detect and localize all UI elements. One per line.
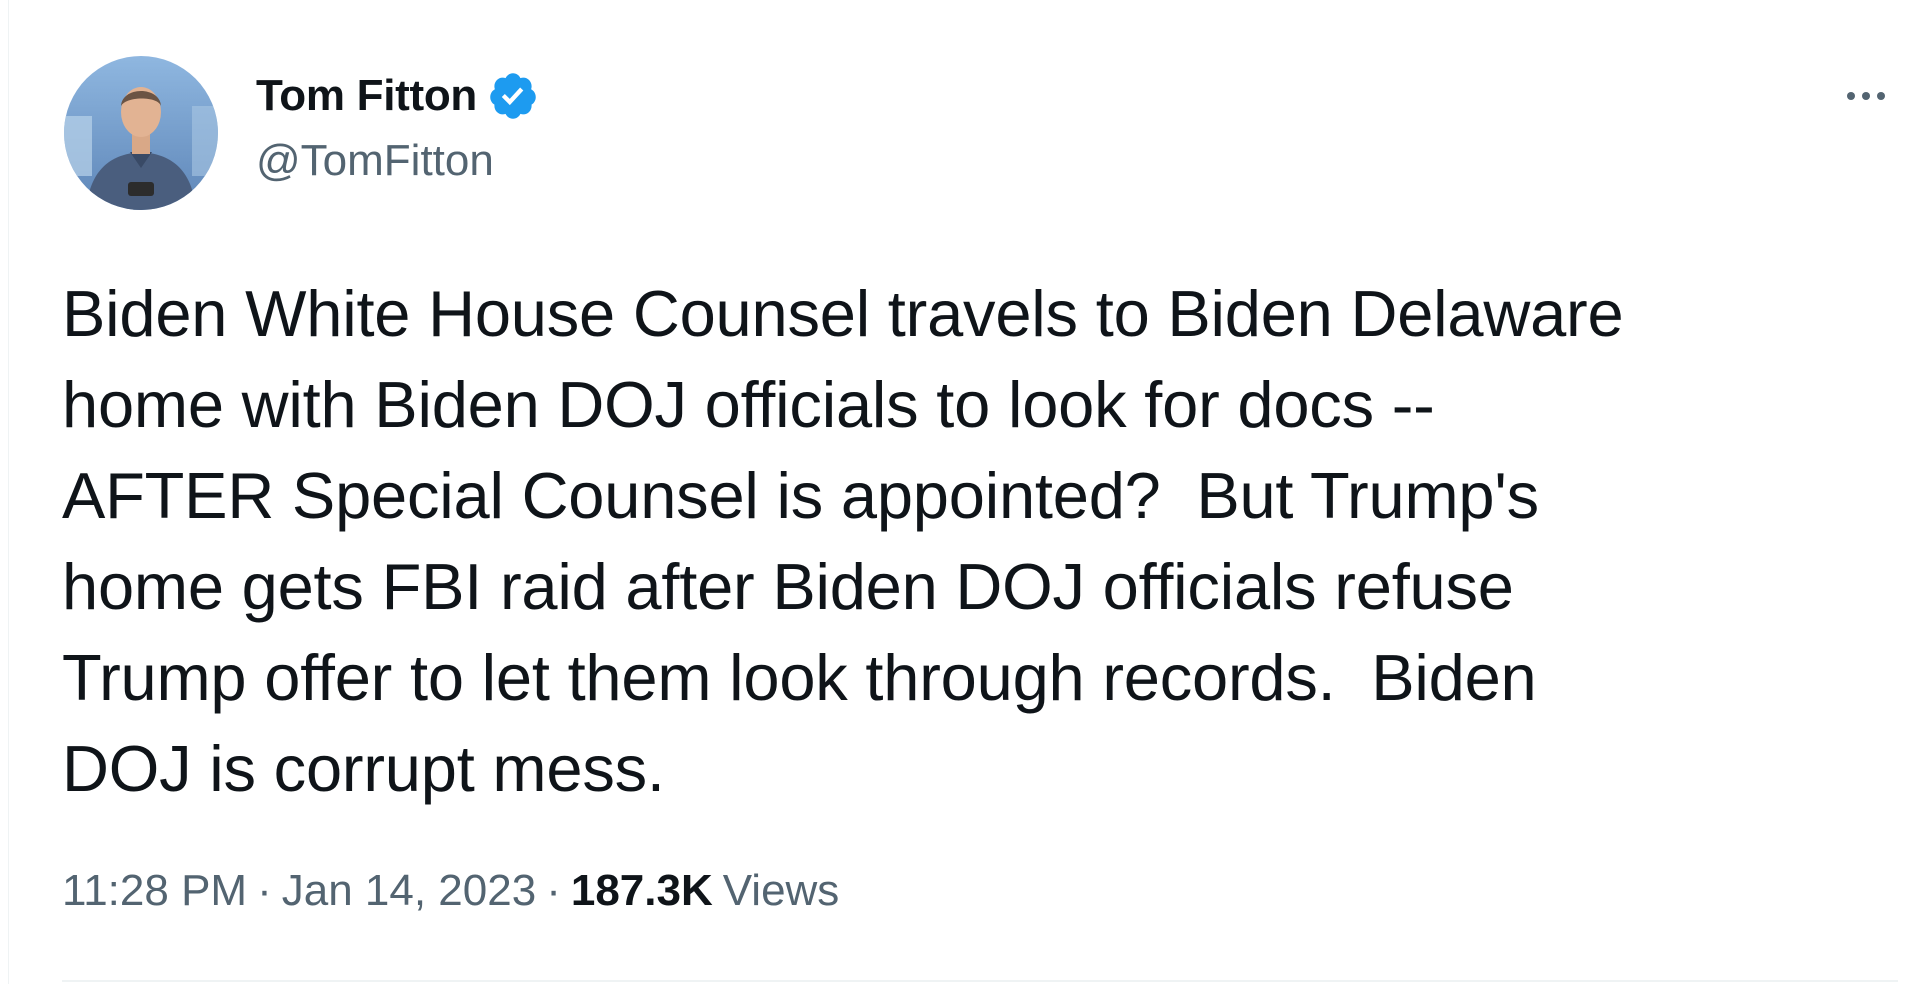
avatar-photo	[64, 56, 218, 210]
tweet-date-link[interactable]: Jan 14, 2023	[282, 866, 536, 916]
more-dot	[1847, 92, 1855, 100]
author-handle[interactable]: @TomFitton	[256, 136, 494, 186]
divider	[62, 980, 1898, 982]
separator-dot: ·	[546, 866, 561, 915]
verified-badge-icon	[487, 70, 539, 122]
more-horizontal-icon[interactable]	[1836, 78, 1896, 114]
author-display-name[interactable]: Tom Fitton	[256, 71, 477, 121]
tweet-metadata: 11:28 PM · Jan 14, 2023 · 187.3K Views	[62, 866, 839, 916]
views-count: 187.3K	[570, 866, 713, 915]
more-dot	[1862, 92, 1870, 100]
tweet-card: Tom Fitton @TomFitton Biden White House …	[0, 0, 1920, 984]
tweet-text: Biden White House Counsel travels to Bid…	[62, 277, 1624, 805]
views-label: Views	[722, 866, 840, 915]
author-name-row: Tom Fitton	[256, 68, 539, 124]
user-avatar[interactable]	[64, 56, 218, 210]
separator-dot: ·	[257, 866, 272, 915]
tweet-time-link[interactable]: 11:28 PM	[62, 866, 247, 916]
more-dot	[1877, 92, 1885, 100]
